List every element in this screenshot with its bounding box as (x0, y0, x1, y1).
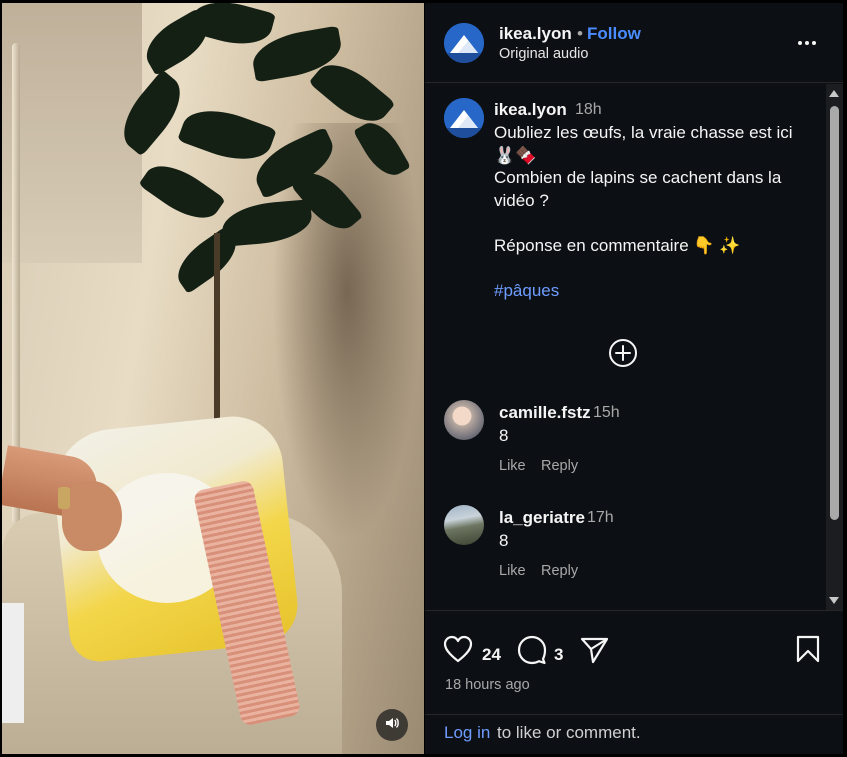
post-modal: ikea.lyon • Follow Original audio ikea.l… (0, 0, 847, 757)
ikea-logo-icon (444, 23, 484, 63)
caption-line: 🐰🍫 (494, 145, 537, 165)
scroll-down-arrow-icon[interactable] (829, 597, 839, 604)
comment-item: camille.fstz 15h 8 Like Reply (425, 400, 825, 495)
caption-line (494, 212, 814, 235)
separator-dot: • (577, 24, 583, 43)
wristwatch (58, 487, 70, 509)
comment-timestamp[interactable]: 17h (587, 509, 614, 527)
like-count[interactable]: 24 (482, 645, 501, 665)
avatar[interactable] (444, 505, 484, 545)
price-tag-card (2, 603, 24, 723)
caption-timestamp[interactable]: 18h (575, 101, 602, 119)
like-button[interactable] (443, 635, 473, 668)
save-button[interactable] (795, 635, 821, 668)
post-timestamp[interactable]: 18 hours ago (445, 677, 530, 693)
comment-username[interactable]: la_geriatre (499, 508, 585, 528)
bookmark-icon (796, 635, 820, 663)
comments-scrollbar[interactable] (826, 84, 843, 610)
post-details-panel: ikea.lyon • Follow Original audio ikea.l… (425, 3, 843, 754)
ikea-logo-icon (444, 98, 484, 138)
comment-text: 8 (499, 531, 509, 550)
comment-text: 8 (499, 426, 509, 445)
follow-button[interactable]: Follow (587, 24, 641, 44)
more-options-button[interactable] (795, 31, 819, 55)
speech-bubble-icon (517, 635, 547, 665)
plus-circle-icon (609, 339, 637, 367)
comment-username[interactable]: camille.fstz (499, 403, 591, 423)
hashtag-link[interactable]: #pâques (494, 280, 814, 303)
person-hand (62, 481, 122, 551)
caption-username[interactable]: ikea.lyon (494, 100, 567, 120)
caption-text: Oubliez les œufs, la vraie chasse est ic… (494, 122, 814, 303)
comments-list[interactable]: ikea.lyon 18h Oubliez les œufs, la vraie… (425, 84, 843, 610)
scrollbar-thumb[interactable] (830, 106, 839, 520)
comment-like-button[interactable]: Like (499, 458, 526, 474)
caption-line: Oubliez les œufs, la vraie chasse est ic… (494, 123, 793, 142)
comment-item: la_geriatre 17h 8 Like Reply (425, 505, 825, 600)
scroll-up-arrow-icon[interactable] (829, 90, 839, 97)
load-more-comments-button[interactable] (608, 338, 638, 368)
caption-line: vidéo ? (494, 190, 549, 210)
comment-button[interactable] (517, 635, 547, 670)
comment-reply-button[interactable]: Reply (541, 458, 578, 474)
comment-reply-button[interactable]: Reply (541, 563, 578, 579)
post-actions: 24 3 18 hours ago (425, 610, 843, 714)
share-button[interactable] (579, 635, 609, 670)
header-username[interactable]: ikea.lyon (499, 24, 572, 44)
send-icon (580, 637, 609, 664)
post-header: ikea.lyon • Follow Original audio (425, 3, 843, 83)
caption-line (494, 258, 814, 281)
avatar[interactable] (444, 23, 484, 63)
login-prompt-text: to like or comment. (497, 723, 641, 742)
comment-timestamp[interactable]: 15h (593, 404, 620, 422)
caption-line: Réponse en commentaire 👇 ✨ (494, 235, 741, 255)
audio-toggle-button[interactable] (376, 709, 408, 741)
login-link[interactable]: Log in (444, 723, 490, 743)
speaker-icon (384, 715, 400, 736)
caption-line: Combien de lapins se cachent dans la (494, 168, 782, 188)
plant-leaves (102, 3, 422, 295)
post-video[interactable] (2, 3, 424, 754)
more-horizontal-icon (798, 41, 802, 45)
plant-stem (214, 233, 220, 423)
avatar[interactable] (444, 400, 484, 440)
login-prompt: Log in to like or comment. (425, 714, 843, 754)
audio-label[interactable]: Original audio (499, 46, 588, 62)
comment-like-button[interactable]: Like (499, 563, 526, 579)
comment-count[interactable]: 3 (554, 645, 563, 665)
heart-icon (443, 635, 473, 663)
caption-avatar[interactable] (444, 98, 484, 138)
